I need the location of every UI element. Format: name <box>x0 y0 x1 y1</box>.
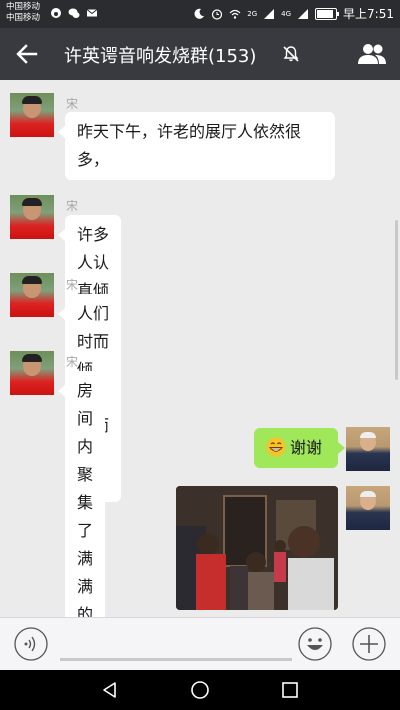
message-input[interactable] <box>60 658 292 661</box>
signal-icon-2 <box>298 8 309 19</box>
message-line: 房间内聚集了满满的人气 <box>77 381 94 617</box>
carrier-2: 中国移动 <box>6 13 41 23</box>
avatar-self[interactable] <box>346 427 390 471</box>
chat-area[interactable]: 宋云研 昨天下午，许老的展厅人依然很 多， 宋云研 许多人认真倾听！ 宋云研 人… <box>0 80 400 617</box>
chat-header: 许英谔音响发烧群(153) <box>0 28 400 80</box>
message-bubble-self[interactable]: 谢谢 <box>254 428 345 468</box>
scrollbar[interactable] <box>395 220 398 380</box>
avatar[interactable] <box>10 195 54 239</box>
grin-emoji-icon <box>266 437 286 457</box>
mail-icon <box>86 9 98 17</box>
clock: 早上7:51 <box>343 7 394 21</box>
notification-icons <box>50 7 98 19</box>
avatar[interactable] <box>10 351 54 395</box>
message-bubble[interactable]: 昨天下午，许老的展厅人依然很 多， <box>58 112 335 180</box>
carrier-1: 中国移动 <box>6 2 41 12</box>
carrier-labels: 中国移动 中国移动 <box>6 2 40 24</box>
network-type-2g: 2G <box>247 9 258 18</box>
weibo-icon <box>51 8 61 18</box>
wechat-icon <box>68 8 80 18</box>
alarm-icon <box>212 8 223 20</box>
mute-bell-icon <box>283 46 299 62</box>
nav-recent-apps-icon[interactable] <box>280 680 300 700</box>
message-text: 谢谢 <box>290 438 323 457</box>
avatar-self[interactable] <box>346 486 390 530</box>
message-line: 多， <box>77 150 110 169</box>
plus-icon[interactable] <box>352 627 386 661</box>
back-arrow-icon[interactable] <box>12 40 42 68</box>
status-right: 2G 4G 早上7:51 <box>193 5 394 22</box>
signal-icon <box>264 8 275 19</box>
status-bar: 中国移动 中国移动 2G 4G 早上7:51 <box>0 0 400 28</box>
message-bubble[interactable]: 房间内聚集了满满的人气 <box>57 371 106 617</box>
photo-message[interactable] <box>176 486 338 610</box>
nav-back-icon[interactable] <box>100 680 120 700</box>
input-bar <box>0 617 400 670</box>
message-line: 昨天下午，许老的展厅人依然很 <box>77 122 302 141</box>
network-type-4g: 4G <box>281 9 292 18</box>
chat-title: 许英谔音响发烧群(153) <box>64 46 257 67</box>
moon-icon <box>194 8 205 19</box>
voice-input-icon[interactable] <box>14 627 48 661</box>
avatar[interactable] <box>10 273 54 317</box>
group-info-icon[interactable] <box>356 40 388 68</box>
system-nav-bar <box>0 670 400 710</box>
avatar[interactable] <box>10 93 54 137</box>
photo-content <box>176 486 338 610</box>
nav-home-icon[interactable] <box>190 680 210 700</box>
battery-icon <box>315 7 340 20</box>
wifi-icon <box>229 9 241 19</box>
emoji-icon[interactable] <box>298 627 332 661</box>
